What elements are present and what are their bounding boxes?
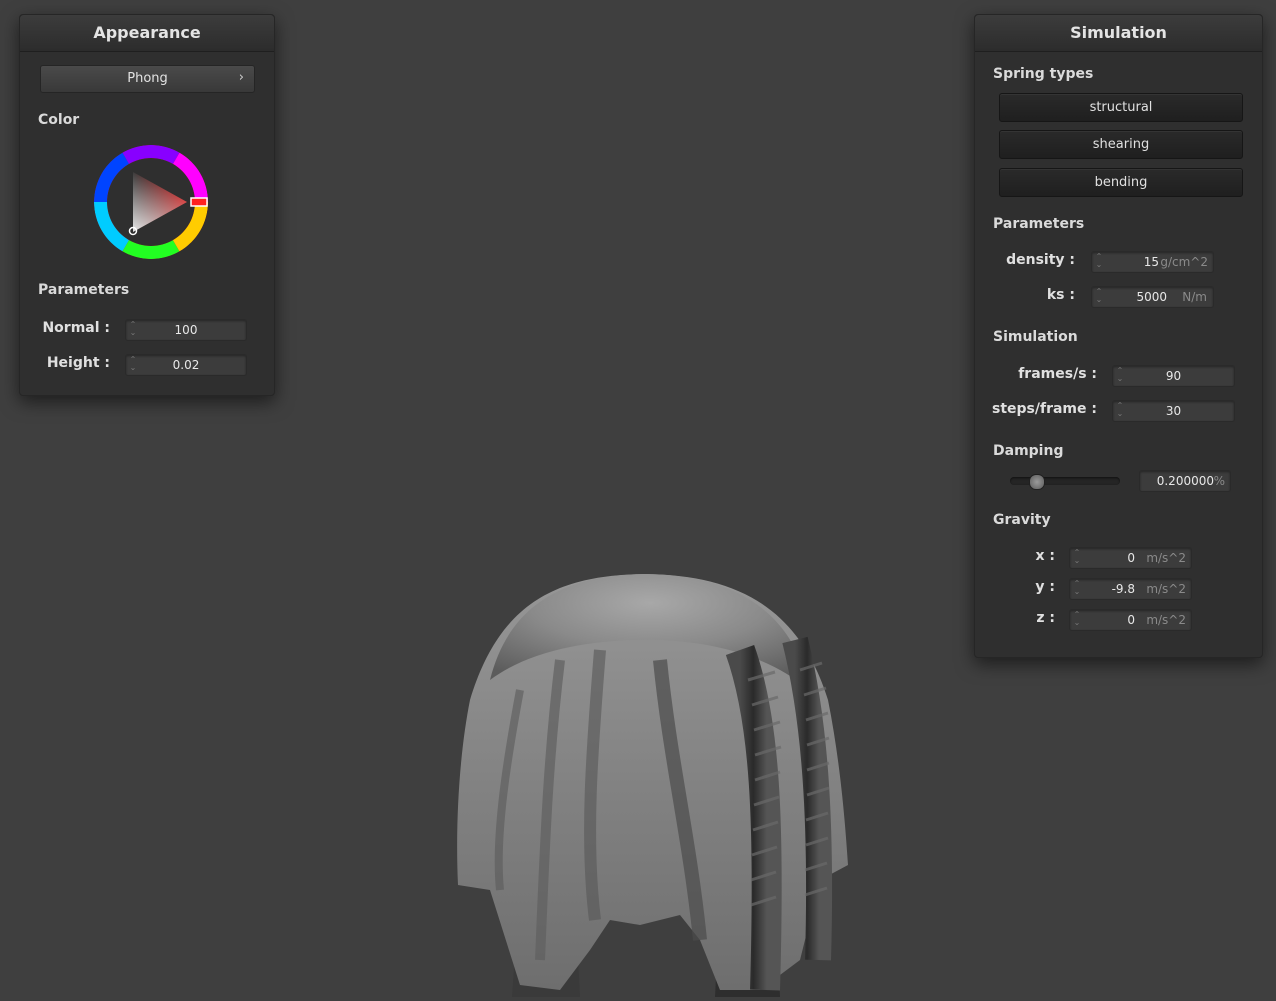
shader-combo-label: Phong (127, 71, 168, 86)
height-input[interactable]: ⌃ ⌄ 0.02 (125, 354, 247, 376)
damping-slider[interactable] (1010, 474, 1120, 490)
gravity-x-label: x : (1035, 548, 1055, 564)
chevron-right-icon: › (238, 70, 244, 85)
steps-per-frame-label: steps/frame : (992, 401, 1097, 417)
simulation-title: Simulation (975, 15, 1262, 52)
frames-per-second-label: frames/s : (1018, 366, 1097, 382)
height-label: Height : (46, 355, 110, 371)
simulation-panel: Simulation Spring types structural shear… (974, 14, 1263, 658)
simulation-section-label: Simulation (993, 329, 1078, 345)
frames-per-second-input[interactable]: ⌃ ⌄ 90 (1112, 365, 1235, 387)
normal-input[interactable]: ⌃ ⌄ 100 (125, 319, 247, 341)
shader-combo-box[interactable]: Phong › (40, 65, 255, 93)
spinner-icon[interactable]: ⌃ ⌄ (1095, 253, 1103, 271)
ks-label: ks : (1046, 287, 1075, 303)
gravity-z-input[interactable]: ⌃ ⌄ 0 m/s^2 (1069, 609, 1192, 631)
damping-slider-thumb[interactable] (1029, 474, 1046, 490)
gravity-y-input[interactable]: ⌃ ⌄ -9.8 m/s^2 (1069, 578, 1192, 600)
appearance-title: Appearance (20, 15, 274, 52)
gravity-y-label: y : (1035, 579, 1055, 595)
ks-input[interactable]: ⌃ ⌄ 5000 N/m (1091, 286, 1214, 308)
gravity-z-label: z : (1036, 610, 1055, 626)
structural-spring-button[interactable]: structural (999, 93, 1243, 122)
color-wheel[interactable] (92, 143, 210, 261)
spring-types-label: Spring types (993, 66, 1094, 82)
bending-spring-button[interactable]: bending (999, 168, 1243, 197)
gravity-label: Gravity (993, 512, 1051, 528)
color-label: Color (38, 112, 80, 128)
spinner-icon[interactable]: ⌃ ⌄ (1073, 549, 1081, 567)
steps-per-frame-input[interactable]: ⌃ ⌄ 30 (1112, 400, 1235, 422)
spinner-icon[interactable]: ⌃ ⌄ (1095, 288, 1103, 306)
parameters-label: Parameters (38, 282, 130, 298)
damping-input[interactable]: 0.200000 % (1139, 470, 1231, 492)
appearance-panel: Appearance Phong › Color Parameters Norm… (19, 14, 275, 396)
normal-label: Normal : (42, 320, 110, 336)
spinner-icon[interactable]: ⌃ ⌄ (1073, 580, 1081, 598)
gravity-x-input[interactable]: ⌃ ⌄ 0 m/s^2 (1069, 547, 1192, 569)
parameters-label: Parameters (993, 216, 1085, 232)
spinner-icon[interactable]: ⌃ ⌄ (1073, 611, 1081, 629)
hue-selector-handle (190, 197, 208, 207)
density-input[interactable]: ⌃ ⌄ 15 g/cm^2 (1091, 251, 1214, 273)
shearing-spring-button[interactable]: shearing (999, 130, 1243, 159)
density-label: density : (1006, 252, 1075, 268)
damping-label: Damping (993, 443, 1064, 459)
